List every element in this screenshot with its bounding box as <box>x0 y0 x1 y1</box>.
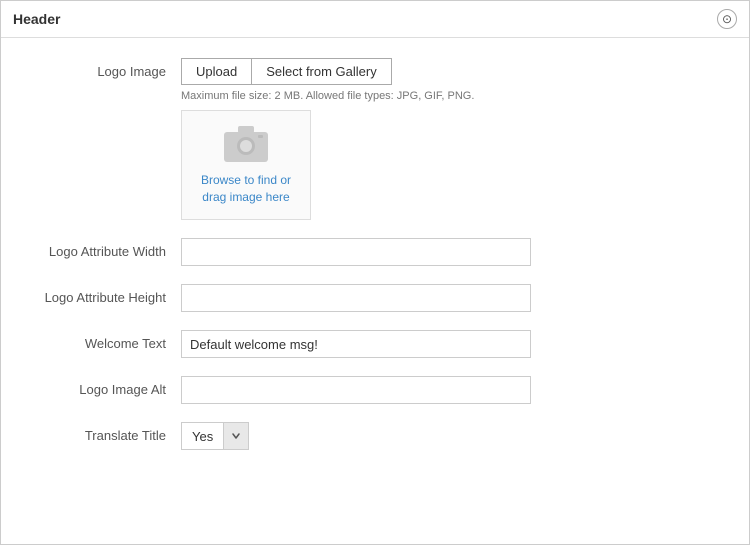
translate-title-row: Translate Title Yes <box>31 422 719 450</box>
logo-width-input[interactable] <box>181 238 531 266</box>
camera-icon <box>222 124 270 164</box>
logo-alt-input[interactable] <box>181 376 531 404</box>
logo-image-row: Logo Image Upload Select from Gallery Ma… <box>31 58 719 220</box>
logo-image-buttons: Upload Select from Gallery <box>181 58 719 85</box>
upload-button[interactable]: Upload <box>181 58 251 85</box>
logo-height-row: Logo Attribute Height <box>31 284 719 312</box>
logo-width-row: Logo Attribute Width <box>31 238 719 266</box>
logo-image-content: Upload Select from Gallery Maximum file … <box>181 58 719 220</box>
logo-image-label: Logo Image <box>31 58 181 79</box>
welcome-text-row: Welcome Text <box>31 330 719 358</box>
chevron-down-icon <box>231 431 241 441</box>
translate-title-label: Translate Title <box>31 422 181 443</box>
translate-title-value: Yes <box>181 422 223 450</box>
welcome-text-label: Welcome Text <box>31 330 181 351</box>
logo-height-label: Logo Attribute Height <box>31 284 181 305</box>
translate-title-dropdown-button[interactable] <box>223 422 249 450</box>
header-panel: Header ⊙ Logo Image Upload Select from G… <box>0 0 750 545</box>
browse-link[interactable]: Browse to find ordrag image here <box>201 172 291 206</box>
translate-title-content: Yes <box>181 422 719 450</box>
logo-height-content <box>181 284 719 312</box>
panel-body: Logo Image Upload Select from Gallery Ma… <box>1 38 749 488</box>
panel-title: Header <box>13 11 60 27</box>
logo-height-input[interactable] <box>181 284 531 312</box>
select-gallery-button[interactable]: Select from Gallery <box>251 58 392 85</box>
panel-header: Header ⊙ <box>1 1 749 38</box>
image-drop-zone[interactable]: Browse to find ordrag image here <box>181 110 311 220</box>
translate-title-select-wrapper: Yes <box>181 422 719 450</box>
logo-width-label: Logo Attribute Width <box>31 238 181 259</box>
logo-alt-row: Logo Image Alt <box>31 376 719 404</box>
logo-alt-label: Logo Image Alt <box>31 376 181 397</box>
welcome-text-content <box>181 330 719 358</box>
logo-alt-content <box>181 376 719 404</box>
file-hint: Maximum file size: 2 MB. Allowed file ty… <box>181 90 719 102</box>
logo-width-content <box>181 238 719 266</box>
welcome-text-input[interactable] <box>181 330 531 358</box>
collapse-button[interactable]: ⊙ <box>717 9 737 29</box>
